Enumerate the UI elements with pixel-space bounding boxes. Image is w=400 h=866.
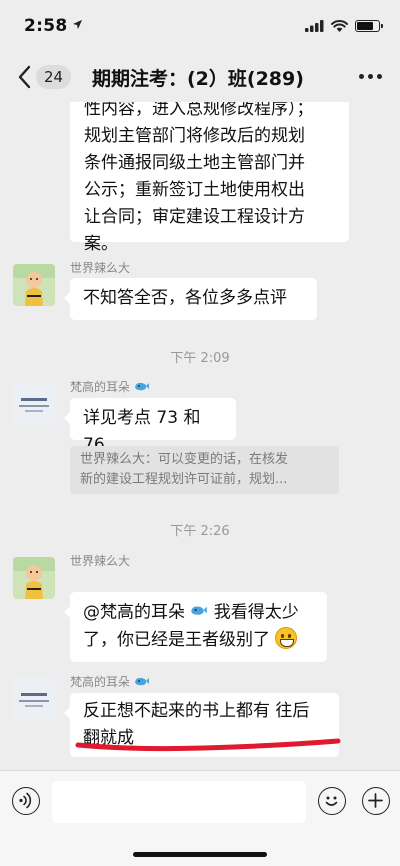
sender-name: 世界辣么大: [70, 261, 131, 275]
message-text: 不知答全否，各位多多点评: [83, 288, 287, 308]
message-input[interactable]: [52, 781, 306, 823]
status-bar: 2:58: [0, 0, 400, 52]
battery-icon: [355, 20, 383, 32]
message-line: 案。: [84, 234, 118, 254]
emoji-face-icon[interactable]: [318, 787, 346, 815]
message-bubble[interactable]: 详见考点 73 和 76: [64, 398, 236, 455]
message-bubble[interactable]: @梵高的耳朵 我看得太少 了，你已经是王者级别了: [64, 592, 327, 662]
quote-line: 新的建设工程规划许可证前，规划...: [80, 472, 288, 487]
message-bubble[interactable]: 性内容，进入总规修改程序）； 规划主管部门将修改后的规划 条件通报同级土地主管部…: [70, 102, 349, 254]
message-line: 公示；重新签订土地使用权出: [84, 180, 305, 200]
grinning-face-emoji-icon: [275, 626, 298, 649]
message-line: @梵高的耳朵 我看得太少: [83, 599, 314, 627]
timestamp: 下午 2:09: [170, 351, 230, 366]
more-dots-icon[interactable]: [359, 74, 382, 79]
avatar[interactable]: [13, 264, 55, 306]
status-time: 2:58: [24, 16, 68, 36]
red-underline-annotation: [75, 738, 341, 752]
status-indicators: [305, 17, 383, 36]
sender-name-text: 梵高的耳朵: [70, 380, 131, 394]
timestamp: 下午 2:26: [170, 524, 230, 539]
message-text: 我看得太少: [208, 602, 299, 623]
message-bubble[interactable]: 不知答全否，各位多多点评: [64, 278, 317, 320]
voice-input-icon[interactable]: [12, 787, 40, 815]
message-list[interactable]: 性内容，进入总规修改程序）； 规划主管部门将修改后的规划 条件通报同级土地主管部…: [0, 102, 400, 770]
avatar[interactable]: [13, 557, 55, 599]
signal-bars-icon: [305, 17, 324, 36]
sender-name: 梵高的耳朵: [70, 673, 150, 690]
mention-text[interactable]: @梵高的耳朵: [83, 603, 185, 623]
wifi-icon: [331, 17, 348, 36]
message-line: 规划主管部门将修改后的规划: [84, 126, 305, 146]
battery-level: [357, 22, 373, 30]
message-text: 了，你已经是王者级别了: [83, 629, 270, 650]
chat-title: 期期注考：(2）班(289): [92, 68, 304, 90]
sender-name: 梵高的耳朵: [70, 378, 150, 395]
chat-header: 24 期期注考：(2）班(289): [0, 52, 400, 102]
quote-line: 世界辣么大：可以变更的话，在核发: [80, 452, 289, 467]
avatar[interactable]: [13, 678, 55, 720]
plus-icon[interactable]: [362, 787, 390, 815]
unread-count-badge[interactable]: 24: [36, 65, 72, 89]
home-indicator[interactable]: [133, 852, 267, 857]
message-line: 条件通报同级土地主管部门并: [84, 153, 305, 173]
message-line: 性内容，进入总规修改程序）；: [84, 102, 314, 119]
whale-emoji-icon: [190, 599, 208, 626]
quoted-message[interactable]: 世界辣么大：可以变更的话，在核发 新的建设工程规划许可证前，规划...: [70, 446, 339, 494]
whale-emoji-icon: [134, 675, 150, 690]
message-line: 了，你已经是王者级别了: [83, 626, 314, 654]
avatar[interactable]: [13, 383, 55, 425]
whale-emoji-icon: [134, 380, 150, 395]
chevron-left-icon[interactable]: [14, 62, 36, 92]
sender-name: 世界辣么大: [70, 554, 131, 568]
message-line: 让合同；审定建设工程设计方: [84, 207, 305, 227]
location-arrow-icon: [72, 19, 83, 33]
message-line: 反正想不起来的书上都有 往后: [83, 701, 310, 721]
sender-name-text: 梵高的耳朵: [70, 675, 131, 689]
